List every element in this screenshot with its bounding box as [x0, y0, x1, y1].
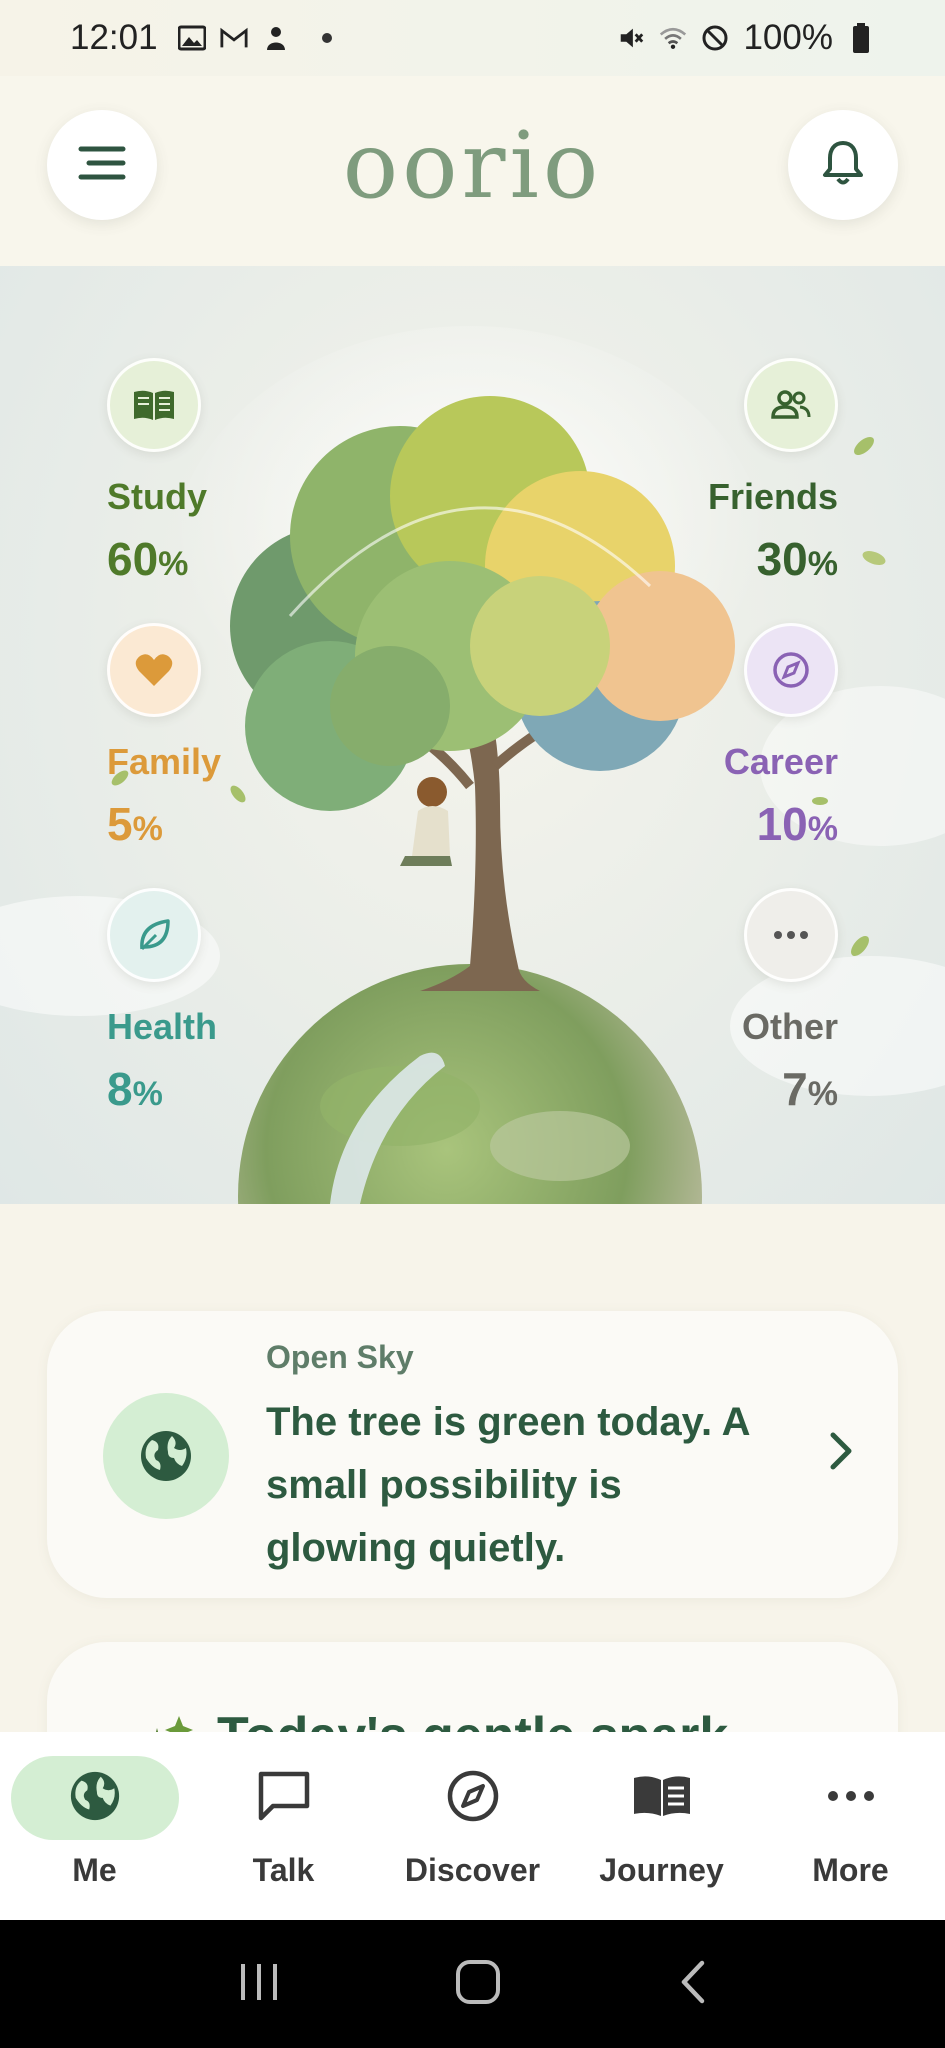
category-label: Health [107, 1006, 218, 1047]
category-percent: 60% [107, 533, 189, 585]
do-not-disturb-icon [701, 24, 729, 52]
category-study[interactable]: Study 60% [107, 358, 367, 586]
nav-label: More [812, 1852, 889, 1888]
nav-me[interactable]: Me [0, 1732, 189, 1920]
recent-apps-button[interactable] [237, 1960, 281, 2009]
bottom-navigation: Me Talk Discover Journey More [0, 1732, 945, 1920]
category-label: Career [723, 741, 838, 782]
category-friends[interactable]: Friends 30% [578, 358, 838, 586]
notifications-button[interactable] [788, 110, 898, 220]
chat-icon [257, 1770, 311, 1827]
category-label: Family [107, 741, 222, 782]
nav-journey[interactable]: Journey [567, 1732, 756, 1920]
category-percent: 10% [756, 798, 838, 850]
status-time: 12:01 [70, 18, 158, 57]
leaf-icon [107, 888, 201, 982]
nav-pill [10, 1756, 179, 1840]
image-notification-icon [177, 24, 206, 52]
heart-icon [107, 623, 201, 717]
category-career[interactable]: Career 10% [578, 623, 838, 851]
more-icon [744, 888, 838, 982]
people-icon [744, 358, 838, 452]
more-notifications-dot [321, 33, 332, 43]
system-navigation-bar [0, 1920, 945, 2048]
category-label: Friends [707, 476, 838, 517]
wifi-icon [659, 24, 687, 52]
nav-label: Journey [599, 1852, 724, 1888]
nav-label: Discover [404, 1852, 541, 1888]
battery-percent: 100% [743, 18, 833, 57]
gmail-notification-icon [220, 24, 248, 52]
nav-discover[interactable]: Discover [378, 1732, 567, 1920]
category-health[interactable]: Health 8% [107, 888, 367, 1116]
home-button[interactable] [454, 1958, 502, 2011]
book-icon [107, 358, 201, 452]
card-message: The tree is green today. A small possibi… [266, 1400, 750, 1570]
globe-icon [103, 1393, 229, 1519]
nav-pill [767, 1756, 935, 1840]
nav-pill [578, 1756, 746, 1840]
category-percent: 5% [107, 798, 163, 850]
category-percent: 7% [782, 1063, 838, 1115]
category-percent: 30% [756, 533, 838, 585]
battery-icon [847, 23, 875, 53]
category-label: Study [107, 476, 208, 517]
globe-icon [68, 1769, 122, 1828]
open-book-icon [632, 1774, 692, 1823]
app-header: oorio [0, 76, 945, 266]
open-sky-card[interactable]: Open Sky The tree is green today. A smal… [47, 1311, 898, 1598]
nav-pill [200, 1756, 368, 1840]
hero-tree-section: Study 60% Friends 30% Family 5% Career 1… [0, 266, 945, 1204]
more-icon [827, 1789, 875, 1807]
category-family[interactable]: Family 5% [107, 623, 367, 851]
mute-icon [617, 24, 645, 52]
card-kicker: Open Sky [266, 1339, 414, 1375]
back-button[interactable] [676, 1959, 708, 2010]
app-notification-icon [262, 24, 290, 52]
status-right: 100% [617, 18, 875, 58]
chevron-right-icon [827, 1431, 855, 1476]
status-bar: 12:01 100% [0, 0, 945, 76]
nav-label: Me [72, 1852, 117, 1888]
status-left: 12:01 [70, 18, 332, 58]
compass-icon [446, 1769, 500, 1828]
compass-icon [744, 623, 838, 717]
nav-pill [389, 1756, 557, 1840]
nav-label: Talk [252, 1852, 315, 1888]
nav-more[interactable]: More [756, 1732, 945, 1920]
category-other[interactable]: Other 7% [578, 888, 838, 1116]
category-label: Other [741, 1006, 838, 1047]
category-percent: 8% [107, 1063, 163, 1115]
nav-talk[interactable]: Talk [189, 1732, 378, 1920]
bell-icon [821, 139, 865, 192]
